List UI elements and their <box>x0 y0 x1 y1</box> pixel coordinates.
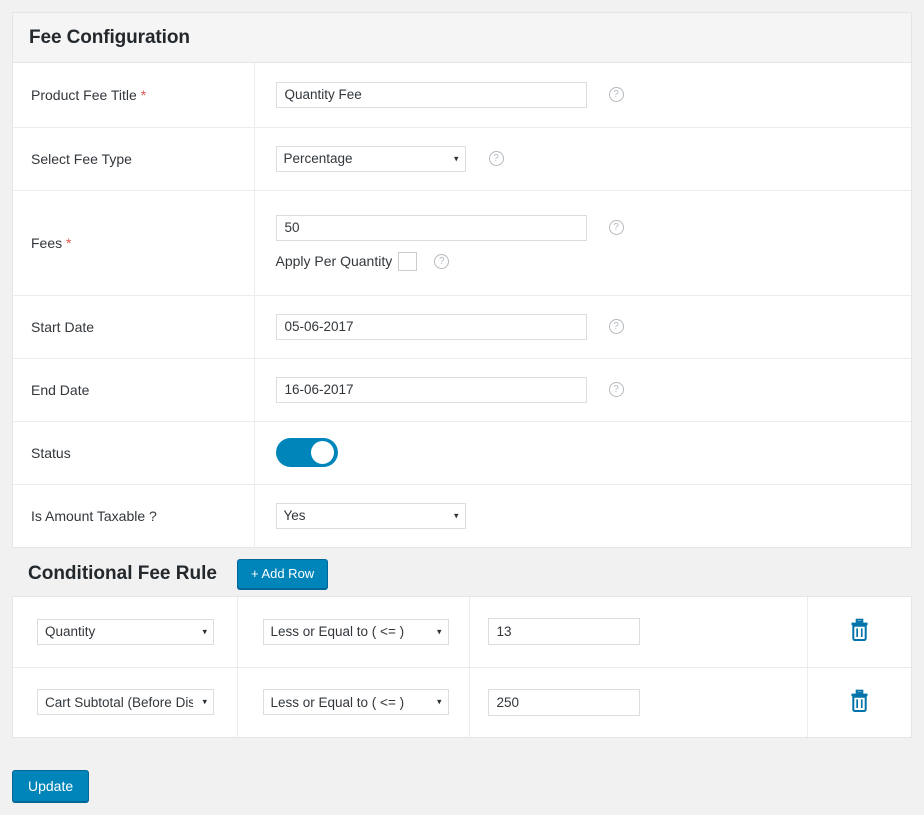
rule-operator-cell: Less or Equal to ( <= ) ▾ <box>237 667 469 737</box>
label-product-fee-title: Product Fee Title * <box>13 63 254 127</box>
rule-operator-wrapper: Less or Equal to ( <= ) ▾ <box>263 619 449 645</box>
rule-actions-cell <box>807 667 911 737</box>
rule-field-select[interactable]: Quantity <box>37 619 214 645</box>
field-cell-start-date: ? <box>254 295 911 358</box>
form-row-select-fee-type: Select Fee Type Percentage ▾ ? <box>13 127 911 190</box>
form-row-start-date: Start Date ? <box>13 295 911 358</box>
rule-field-select[interactable]: Cart Subtotal (Before Disc <box>37 689 214 715</box>
label-is-amount-taxable: Is Amount Taxable ? <box>13 484 254 547</box>
form-row-product-fee-title: Product Fee Title * ? <box>13 63 911 127</box>
fees-input[interactable] <box>276 215 587 241</box>
product-fee-title-input[interactable] <box>276 82 587 108</box>
help-icon-select-fee-type[interactable]: ? <box>489 151 504 166</box>
conditional-fee-rule-header: Conditional Fee Rule + Add Row <box>28 559 328 589</box>
status-toggle[interactable] <box>276 438 338 467</box>
rule-field-wrapper: Cart Subtotal (Before Disc ▾ <box>37 689 214 715</box>
help-icon-product-fee-title[interactable]: ? <box>609 87 624 102</box>
page-title: Fee Configuration <box>29 27 190 49</box>
rule-field-cell: Quantity ▾ <box>13 597 237 667</box>
help-icon-end-date[interactable]: ? <box>609 382 624 397</box>
rule-operator-select[interactable]: Less or Equal to ( <= ) <box>263 619 449 645</box>
fee-configuration-form: Product Fee Title * ? Select Fee Type Pe… <box>13 63 911 547</box>
update-button[interactable]: Update <box>12 770 89 802</box>
is-amount-taxable-select[interactable]: Yes <box>276 503 466 529</box>
label-end-date: End Date <box>13 358 254 421</box>
label-text: Select Fee Type <box>31 151 132 167</box>
select-fee-type[interactable]: Percentage <box>276 146 466 172</box>
fee-configuration-panel: Fee Configuration Product Fee Title * ? … <box>12 12 912 548</box>
rule-operator-cell: Less or Equal to ( <= ) ▾ <box>237 597 469 667</box>
label-fees: Fees * <box>13 190 254 295</box>
form-row-fees: Fees * ? Apply Per Quantity ? <box>13 190 911 295</box>
rule-field-wrapper: Quantity ▾ <box>37 619 214 645</box>
end-date-input[interactable] <box>276 377 587 403</box>
field-cell-end-date: ? <box>254 358 911 421</box>
apply-per-quantity-row: Apply Per Quantity ? <box>276 252 912 271</box>
apply-per-quantity-label: Apply Per Quantity <box>276 253 393 269</box>
rule-actions-cell <box>807 597 911 667</box>
required-asterisk: * <box>141 87 146 103</box>
conditional-fee-rule-table: Quantity ▾ Less or Equal to ( <= ) ▾ <box>13 597 911 737</box>
form-row-end-date: End Date ? <box>13 358 911 421</box>
rule-value-cell <box>469 597 807 667</box>
field-cell-status <box>254 421 911 484</box>
label-text: Status <box>31 445 71 461</box>
help-icon-fees[interactable]: ? <box>609 220 624 235</box>
field-cell-fees: ? Apply Per Quantity ? <box>254 190 911 295</box>
add-row-button[interactable]: + Add Row <box>237 559 328 589</box>
apply-per-quantity-checkbox[interactable] <box>398 252 417 271</box>
label-text: End Date <box>31 382 89 398</box>
start-date-input[interactable] <box>276 314 587 340</box>
table-row: Quantity ▾ Less or Equal to ( <= ) ▾ <box>13 597 911 667</box>
form-row-status: Status <box>13 421 911 484</box>
rule-operator-select[interactable]: Less or Equal to ( <= ) <box>263 689 449 715</box>
select-fee-type-wrapper: Percentage ▾ <box>276 146 466 172</box>
label-status: Status <box>13 421 254 484</box>
rule-value-input[interactable] <box>488 689 640 716</box>
is-amount-taxable-wrapper: Yes ▾ <box>276 503 466 529</box>
field-cell-select-fee-type: Percentage ▾ ? <box>254 127 911 190</box>
trash-icon[interactable] <box>849 618 870 642</box>
rule-value-input[interactable] <box>488 618 640 645</box>
form-row-is-amount-taxable: Is Amount Taxable ? Yes ▾ <box>13 484 911 547</box>
rule-value-cell <box>469 667 807 737</box>
trash-icon[interactable] <box>849 689 870 713</box>
rule-field-cell: Cart Subtotal (Before Disc ▾ <box>13 667 237 737</box>
label-text: Start Date <box>31 319 94 335</box>
required-asterisk: * <box>66 235 71 251</box>
conditional-fee-rule-table-wrapper: Quantity ▾ Less or Equal to ( <= ) ▾ <box>12 596 912 738</box>
label-text: Fees <box>31 235 62 251</box>
help-icon-apply-per-quantity[interactable]: ? <box>434 254 449 269</box>
rule-operator-wrapper: Less or Equal to ( <= ) ▾ <box>263 689 449 715</box>
label-text: Is Amount Taxable ? <box>31 508 157 524</box>
field-cell-product-fee-title: ? <box>254 63 911 127</box>
label-start-date: Start Date <box>13 295 254 358</box>
label-text: Product Fee Title <box>31 87 137 103</box>
field-cell-is-amount-taxable: Yes ▾ <box>254 484 911 547</box>
toggle-knob <box>311 441 334 464</box>
panel-header: Fee Configuration <box>13 13 911 63</box>
help-icon-start-date[interactable]: ? <box>609 319 624 334</box>
conditional-fee-rule-title: Conditional Fee Rule <box>28 563 217 585</box>
table-row: Cart Subtotal (Before Disc ▾ Less or Equ… <box>13 667 911 737</box>
label-select-fee-type: Select Fee Type <box>13 127 254 190</box>
